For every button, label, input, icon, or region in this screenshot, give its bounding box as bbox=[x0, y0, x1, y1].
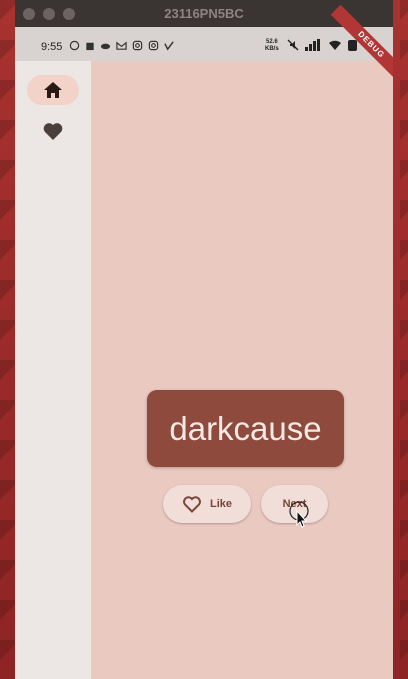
gmail-icon bbox=[116, 41, 127, 50]
instagram-icon bbox=[149, 40, 159, 51]
word-text: darkcause bbox=[169, 409, 322, 447]
navigation-rail bbox=[15, 61, 91, 679]
heart-outline-icon bbox=[183, 496, 201, 513]
rail-item-home[interactable] bbox=[27, 75, 79, 105]
home-icon bbox=[44, 82, 62, 98]
system-status-icons bbox=[287, 39, 358, 54]
network-speed-value: 52.6 bbox=[265, 39, 278, 45]
like-label: Like bbox=[209, 498, 232, 510]
bag-icon bbox=[86, 42, 94, 51]
instagram-icon bbox=[133, 40, 143, 51]
heart-icon bbox=[43, 123, 63, 140]
network-speed-unit: KB/s bbox=[265, 46, 279, 52]
cloud-icon bbox=[101, 43, 111, 50]
wifi-icon bbox=[328, 40, 341, 50]
whatsapp-icon bbox=[69, 40, 80, 51]
app-window: 23116PN5BC 9:55 52.6 KB/s DEBUG darkcaus… bbox=[15, 0, 393, 679]
phone-status-bar: 9:55 52.6 KB/s bbox=[15, 27, 393, 61]
signal-icon bbox=[305, 39, 321, 51]
mouse-cursor-icon bbox=[289, 501, 309, 528]
word-card: darkcause bbox=[147, 390, 344, 467]
like-button[interactable]: Like bbox=[163, 485, 251, 523]
notification-icons bbox=[69, 40, 175, 54]
vimeo-icon bbox=[164, 41, 175, 51]
status-time: 9:55 bbox=[41, 41, 63, 53]
network-speed: 52.6 KB/s bbox=[265, 39, 279, 53]
rail-item-favorites[interactable] bbox=[27, 116, 79, 146]
mute-icon bbox=[287, 39, 299, 51]
